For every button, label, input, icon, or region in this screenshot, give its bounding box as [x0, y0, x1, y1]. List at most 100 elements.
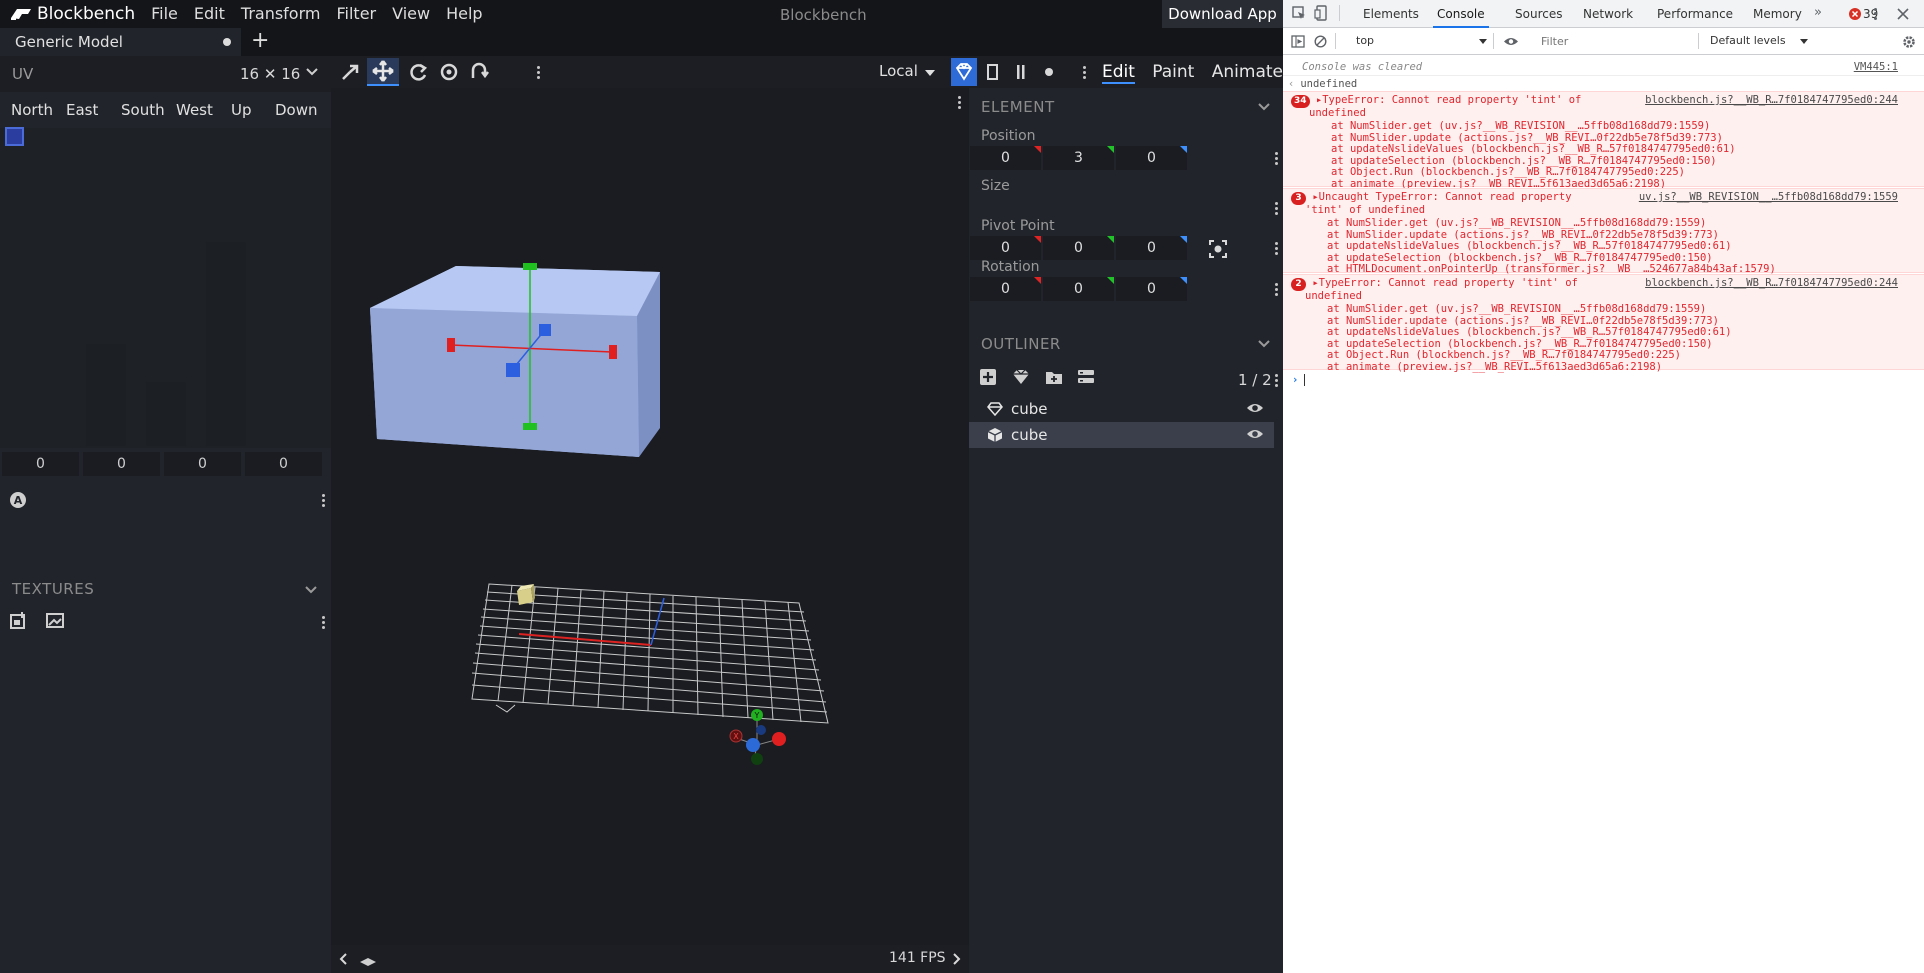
mode-paint[interactable]: Paint — [1152, 62, 1194, 82]
sidebar-toggle-icon[interactable] — [1291, 35, 1305, 48]
rotation-y-field[interactable]: 0 — [1043, 277, 1114, 301]
close-icon[interactable] — [1897, 8, 1909, 20]
create-texture-icon[interactable] — [46, 611, 64, 629]
center-pivot-icon[interactable] — [1209, 240, 1227, 258]
rotation-z-field[interactable]: 0 — [1116, 277, 1187, 301]
add-mesh-gem-icon[interactable] — [1011, 368, 1031, 386]
more-options-icon[interactable] — [1275, 200, 1279, 216]
caret-down-icon[interactable] — [925, 70, 935, 76]
more-options-icon[interactable] — [1275, 281, 1279, 297]
3d-viewport[interactable]: Y X — [331, 88, 969, 945]
auto-uv-icon[interactable]: A — [8, 490, 28, 510]
more-options-icon[interactable] — [1275, 240, 1279, 256]
pivot-tool-icon[interactable] — [438, 62, 460, 82]
more-options-icon[interactable] — [1083, 64, 1087, 80]
stack-frame[interactable]: at animate (preview.js?__WB_REVI…5f613ae… — [1327, 361, 1924, 375]
live-expression-eye-icon[interactable] — [1503, 36, 1519, 47]
pivot-x-field[interactable]: 0 — [970, 236, 1041, 260]
face-tab-down[interactable]: Down — [264, 101, 319, 119]
visibility-eye-icon[interactable] — [1246, 401, 1264, 415]
uv-editor-canvas[interactable] — [0, 128, 331, 448]
timeline-handle-icon[interactable] — [359, 957, 377, 967]
console-error-entry[interactable]: 2 ▸TypeError: Cannot read property 'tint… — [1283, 274, 1924, 373]
outliner-item[interactable]: cube — [969, 422, 1274, 448]
uv-value-field[interactable]: 0 — [83, 452, 160, 476]
face-tab-south[interactable]: South — [110, 101, 165, 119]
scene-canvas[interactable]: Y X — [331, 88, 969, 945]
mode-animate[interactable]: Animate — [1212, 62, 1283, 82]
uv-value-field[interactable]: 0 — [2, 452, 79, 476]
add-group-folder-icon[interactable] — [1045, 368, 1063, 386]
more-options-icon[interactable] — [322, 614, 326, 630]
outliner-item[interactable]: cube — [969, 396, 1274, 422]
dot-mode-icon[interactable] — [1038, 62, 1060, 82]
position-x-field[interactable]: 0 — [970, 146, 1041, 170]
uv-selection-square[interactable] — [5, 127, 24, 146]
rotation-x-field[interactable]: 0 — [970, 277, 1041, 301]
log-levels-select[interactable]: Default levels — [1710, 34, 1786, 47]
move-tool-button[interactable] — [367, 58, 399, 86]
more-options-icon[interactable] — [958, 94, 962, 110]
pause-bars-icon[interactable] — [1010, 62, 1032, 82]
devtools-tab-console[interactable]: Console — [1433, 7, 1489, 28]
collapse-all-icon[interactable] — [1077, 368, 1095, 386]
devtools-tab-elements[interactable]: Elements — [1363, 7, 1419, 21]
add-cube-icon[interactable] — [979, 368, 997, 386]
devtools-tab-sources[interactable]: Sources — [1515, 7, 1562, 21]
console-output[interactable]: Console was cleared VM445:1 ‹ undefined 3… — [1283, 55, 1924, 973]
more-options-icon[interactable] — [1275, 372, 1279, 388]
new-tab-plus-icon[interactable]: + — [251, 30, 269, 52]
menu-filter[interactable]: Filter — [336, 0, 376, 28]
chevron-right-icon[interactable] — [953, 953, 961, 965]
menu-transform[interactable]: Transform — [241, 0, 321, 28]
mode-edit[interactable]: Edit — [1101, 62, 1135, 84]
face-tab-north[interactable]: North — [0, 101, 55, 119]
gear-icon[interactable] — [1902, 35, 1916, 49]
pivot-z-field[interactable]: 0 — [1116, 236, 1187, 260]
caret-down-icon[interactable] — [1800, 39, 1808, 44]
error-source-link[interactable]: blockbench.js?__WB_R…7f0184747795ed0:244 — [1645, 277, 1898, 289]
download-app-button[interactable]: Download App — [1162, 0, 1283, 28]
console-prompt[interactable]: › — [1292, 374, 1924, 388]
vertex-snap-icon[interactable] — [340, 62, 362, 82]
console-filter-input[interactable] — [1535, 32, 1695, 51]
chevron-down-icon[interactable] — [1258, 340, 1270, 348]
vertex-tool-icon[interactable] — [469, 62, 491, 82]
uv-size-select[interactable]: 16 ✕ 16 — [240, 65, 300, 83]
more-options-icon[interactable] — [1275, 150, 1279, 166]
import-texture-icon[interactable] — [10, 611, 28, 629]
cleared-source-link[interactable]: VM445:1 — [1854, 61, 1898, 73]
face-tab-west[interactable]: West — [165, 101, 220, 119]
console-error-entry[interactable]: 34 ▸TypeError: Cannot read property 'tin… — [1283, 91, 1924, 190]
mirror-mode-icon[interactable] — [982, 62, 1004, 82]
devtools-menu-icon[interactable] — [1874, 6, 1878, 21]
project-tab[interactable]: Generic Model — [0, 28, 241, 56]
uv-value-field[interactable]: 0 — [245, 452, 322, 476]
face-tab-east[interactable]: East — [55, 101, 110, 119]
more-tabs-icon[interactable]: » — [1814, 5, 1822, 20]
device-toolbar-icon[interactable] — [1314, 5, 1328, 21]
face-tab-up[interactable]: Up — [220, 101, 264, 119]
chevron-down-icon[interactable] — [305, 586, 317, 594]
rotate-tool-icon[interactable] — [408, 62, 430, 82]
gem-toggle-button[interactable] — [951, 58, 977, 86]
more-options-icon[interactable] — [322, 492, 326, 508]
visibility-eye-icon[interactable] — [1246, 427, 1264, 441]
error-source-link[interactable]: uv.js?__WB_REVISION__…5ffb08d168dd79:155… — [1639, 191, 1898, 203]
devtools-tab-performance[interactable]: Performance — [1657, 7, 1733, 21]
context-select[interactable]: top — [1356, 34, 1374, 47]
chevron-left-icon[interactable] — [339, 953, 347, 965]
inspect-element-icon[interactable] — [1292, 6, 1307, 21]
position-z-field[interactable]: 0 — [1116, 146, 1187, 170]
menu-file[interactable]: File — [151, 0, 178, 28]
error-source-link[interactable]: blockbench.js?__WB_R…7f0184747795ed0:244 — [1645, 94, 1898, 106]
menu-view[interactable]: View — [392, 0, 430, 28]
devtools-tab-memory[interactable]: Memory — [1753, 7, 1802, 21]
uv-value-field[interactable]: 0 — [164, 452, 241, 476]
pivot-y-field[interactable]: 0 — [1043, 236, 1114, 260]
menu-edit[interactable]: Edit — [194, 0, 225, 28]
chevron-down-icon[interactable] — [306, 68, 318, 76]
unsaved-dot-icon[interactable] — [223, 38, 231, 46]
clear-console-icon[interactable] — [1314, 35, 1327, 48]
devtools-tab-network[interactable]: Network — [1583, 7, 1633, 21]
